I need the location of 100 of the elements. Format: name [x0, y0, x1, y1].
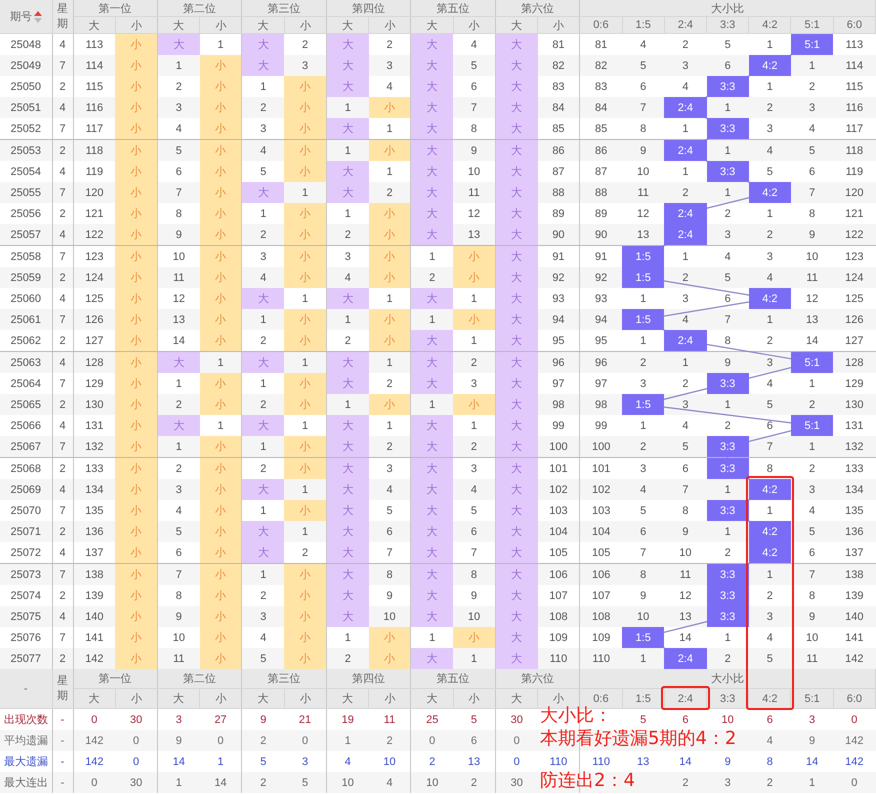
table-cell: 大: [495, 394, 538, 415]
annotation-line: 防连出2：4: [540, 771, 635, 791]
table-cell: 81: [580, 34, 622, 55]
table-cell: 25068: [0, 458, 52, 479]
table-cell: 30: [495, 708, 538, 730]
table-cell: 7: [52, 564, 73, 585]
table-cell: 129: [833, 373, 876, 394]
table-cell: 97: [580, 373, 622, 394]
table-cell: 10: [157, 627, 200, 648]
table-cell: 1: [242, 373, 284, 394]
table-cell: 106: [580, 564, 622, 585]
table-cell: 1: [368, 118, 411, 140]
table-cell: 4: [368, 479, 411, 500]
table-cell: 大: [495, 246, 538, 267]
table-cell: 13: [453, 751, 496, 772]
table-cell: 大: [326, 352, 369, 373]
table-cell: 3: [157, 97, 200, 118]
table-cell: 小: [284, 564, 326, 585]
table-cell: 小: [284, 458, 326, 479]
table-cell: 3: [368, 55, 411, 76]
table-cell: 94: [580, 309, 622, 330]
table-cell: 114: [73, 55, 116, 76]
table-cell: 93: [538, 288, 580, 309]
table-cell: 119: [833, 161, 876, 182]
table-cell: 4: [157, 500, 200, 521]
column-header: 小: [453, 16, 496, 34]
table-cell: 107: [538, 585, 580, 606]
table-cell: 139: [73, 585, 116, 606]
table-cell: 大: [326, 161, 369, 182]
table-cell: 大: [495, 330, 538, 352]
table-cell: 1: [326, 730, 369, 751]
table-cell: 105: [538, 542, 580, 564]
table-cell: 9: [706, 751, 749, 772]
table-cell: 大: [157, 415, 200, 436]
table-cell: 10: [368, 751, 411, 772]
table-cell: 小: [115, 76, 158, 97]
table-cell: 小: [115, 627, 158, 648]
table-cell: 1: [157, 55, 200, 76]
table-cell: 2: [52, 521, 73, 542]
table-cell: 1: [790, 772, 834, 793]
column-header: 小: [284, 16, 326, 34]
table-cell: 小: [284, 161, 326, 182]
table-cell: 9: [790, 730, 834, 751]
table-cell: 5: [453, 55, 496, 76]
table-cell: 小: [284, 224, 326, 246]
column-header: 大: [410, 16, 454, 34]
table-cell: 小: [453, 267, 496, 288]
table-cell: 大: [495, 373, 538, 394]
table-cell: 大: [242, 479, 284, 500]
column-header: 第三位: [242, 0, 326, 16]
issue-column-header[interactable]: 期号: [0, 0, 52, 34]
table-cell: 85: [580, 118, 622, 140]
column-header: 4:2: [748, 16, 791, 34]
table-cell: 1: [242, 76, 284, 97]
table-cell: 小: [200, 373, 242, 394]
table-cell: 99: [538, 415, 580, 436]
table-cell: 4: [368, 76, 411, 97]
table-cell: 4: [52, 352, 73, 373]
table-cell: 大: [326, 373, 369, 394]
table-cell: 小: [115, 55, 158, 76]
table-cell: 6: [453, 521, 496, 542]
column-header: 大: [73, 16, 116, 34]
table-cell: 小: [200, 267, 242, 288]
table-cell: 136: [833, 521, 876, 542]
table-cell: 小: [284, 267, 326, 288]
table-cell: 2: [748, 772, 791, 793]
table-cell: 4: [368, 772, 411, 793]
table-cell: 平均遗漏: [0, 730, 52, 751]
table-cell: 2: [453, 436, 496, 458]
column-header: 大: [242, 688, 284, 708]
table-cell: 142: [833, 730, 876, 751]
column-header: 6:0: [833, 16, 876, 34]
table-cell: 小: [115, 373, 158, 394]
table-cell: 小: [115, 436, 158, 458]
table-cell: 94: [538, 309, 580, 330]
table-cell: 1: [326, 140, 369, 161]
table-cell: 0: [115, 751, 158, 772]
table-cell: 1: [157, 373, 200, 394]
table-cell: 6: [453, 730, 496, 751]
table-cell: 小: [284, 140, 326, 161]
table-cell: 138: [833, 564, 876, 585]
table-cell: 106: [538, 564, 580, 585]
table-cell: 大: [326, 542, 369, 564]
column-header: 大: [495, 688, 538, 708]
table-cell: 14: [664, 751, 707, 772]
table-cell: 3: [157, 479, 200, 500]
table-cell: 小: [115, 140, 158, 161]
table-cell: 最大遗漏: [0, 751, 52, 772]
table-cell: 小: [115, 182, 158, 203]
table-cell: 25060: [0, 288, 52, 309]
table-cell: 小: [284, 627, 326, 648]
table-cell: 30: [115, 708, 158, 730]
table-cell: 140: [833, 606, 876, 627]
table-cell: 大: [157, 352, 200, 373]
table-cell: 2: [52, 394, 73, 415]
table-cell: 134: [73, 479, 116, 500]
column-header: 第六位: [495, 0, 580, 16]
table-cell: 118: [833, 140, 876, 161]
table-cell: 124: [73, 267, 116, 288]
table-cell: 2: [326, 648, 369, 669]
